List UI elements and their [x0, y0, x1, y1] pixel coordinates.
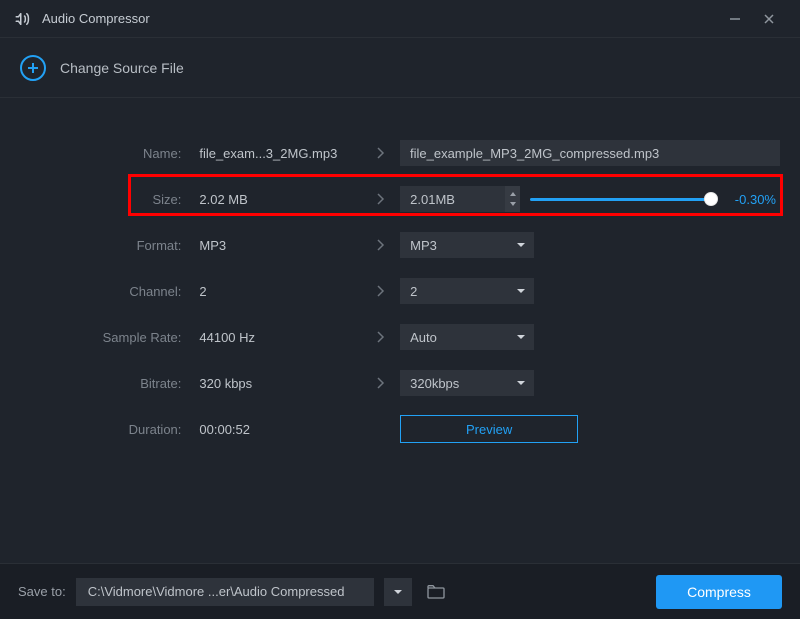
source-name: file_exam...3_2MG.mp3	[193, 146, 360, 161]
chevron-down-icon	[516, 287, 526, 295]
arrow-icon	[361, 330, 400, 344]
bitrate-dropdown[interactable]: 320kbps	[400, 370, 534, 396]
source-format: MP3	[193, 238, 360, 253]
target-size-stepper[interactable]	[400, 186, 520, 212]
target-size-input[interactable]	[400, 186, 505, 212]
size-slider[interactable]	[530, 189, 711, 209]
change-source-label[interactable]: Change Source File	[60, 60, 184, 76]
arrow-icon	[361, 284, 400, 298]
app-icon	[14, 10, 32, 28]
minimize-button[interactable]	[718, 7, 752, 31]
arrow-icon	[361, 192, 400, 206]
row-bitrate: Bitrate: 320 kbps 320kbps	[20, 360, 780, 406]
label-channel: Channel:	[20, 284, 193, 299]
bitrate-selected: 320kbps	[410, 376, 516, 391]
label-size: Size:	[20, 192, 193, 207]
compress-button[interactable]: Compress	[656, 575, 782, 609]
size-step-up[interactable]	[509, 189, 517, 199]
sample-rate-dropdown[interactable]: Auto	[400, 324, 534, 350]
row-sample-rate: Sample Rate: 44100 Hz Auto	[20, 314, 780, 360]
arrow-icon	[361, 376, 400, 390]
channel-selected: 2	[410, 284, 516, 299]
save-path-dropdown[interactable]	[384, 578, 412, 606]
sample-rate-selected: Auto	[410, 330, 516, 345]
chevron-down-icon	[516, 379, 526, 387]
label-bitrate: Bitrate:	[20, 376, 193, 391]
arrow-icon	[361, 146, 400, 160]
close-button[interactable]	[752, 7, 786, 31]
label-name: Name:	[20, 146, 193, 161]
output-name-input[interactable]	[400, 140, 780, 166]
preview-button[interactable]: Preview	[400, 415, 578, 443]
save-path-display[interactable]: C:\Vidmore\Vidmore ...er\Audio Compresse…	[76, 578, 374, 606]
label-duration: Duration:	[20, 422, 193, 437]
size-step-down[interactable]	[509, 199, 517, 209]
source-duration: 00:00:52	[193, 422, 360, 437]
change-source-row: Change Source File	[0, 38, 800, 98]
row-format: Format: MP3 MP3	[20, 222, 780, 268]
channel-dropdown[interactable]: 2	[400, 278, 534, 304]
chevron-down-icon	[516, 241, 526, 249]
slider-knob[interactable]	[704, 192, 718, 206]
row-duration: Duration: 00:00:52 Preview	[20, 406, 780, 452]
label-format: Format:	[20, 238, 193, 253]
source-size: 2.02 MB	[193, 192, 360, 207]
source-sample-rate: 44100 Hz	[193, 330, 360, 345]
size-change-pct: -0.30%	[735, 192, 776, 207]
row-name: Name: file_exam...3_2MG.mp3	[20, 130, 780, 176]
open-folder-button[interactable]	[422, 578, 450, 606]
app-title: Audio Compressor	[42, 11, 150, 26]
main-form: Name: file_exam...3_2MG.mp3 Size: 2.02 M…	[0, 98, 800, 452]
row-channel: Channel: 2 2	[20, 268, 780, 314]
row-size: Size: 2.02 MB -0.30%	[20, 176, 780, 222]
format-selected: MP3	[410, 238, 516, 253]
source-bitrate: 320 kbps	[193, 376, 360, 391]
format-dropdown[interactable]: MP3	[400, 232, 534, 258]
title-bar: Audio Compressor	[0, 0, 800, 38]
source-channel: 2	[193, 284, 360, 299]
arrow-icon	[361, 238, 400, 252]
chevron-down-icon	[516, 333, 526, 341]
save-to-label: Save to:	[18, 584, 66, 599]
add-icon[interactable]	[20, 55, 46, 81]
footer: Save to: C:\Vidmore\Vidmore ...er\Audio …	[0, 563, 800, 619]
label-sample-rate: Sample Rate:	[20, 330, 193, 345]
